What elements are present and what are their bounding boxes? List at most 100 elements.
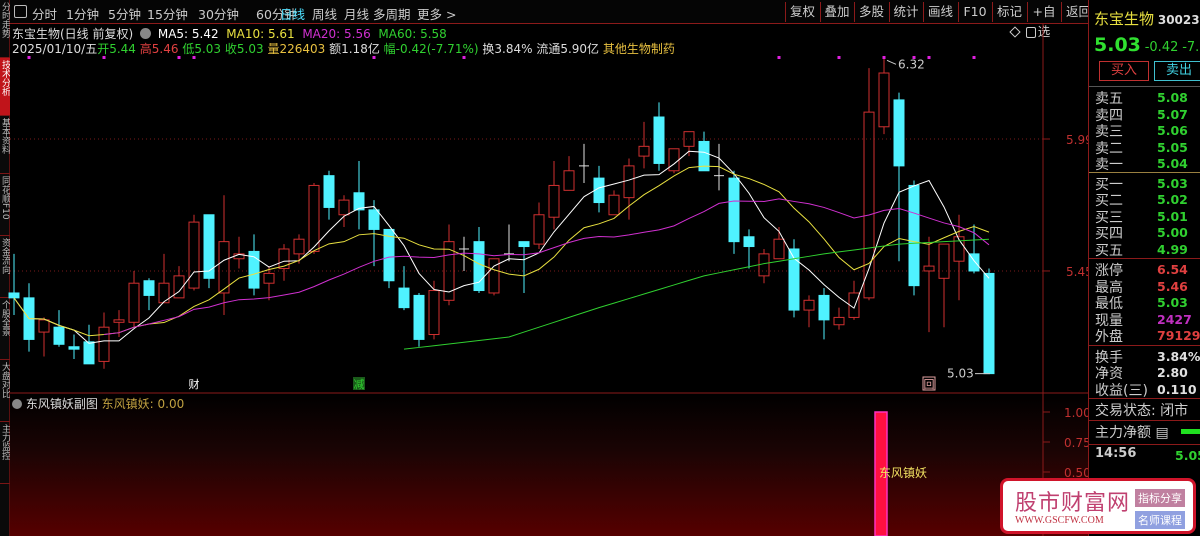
bid-row-value: 5.00 <box>1157 225 1188 240</box>
bid-row: 买五 4.99 <box>1095 240 1200 259</box>
candle-body <box>263 272 275 284</box>
candle-body <box>818 294 830 321</box>
candle-body <box>878 72 890 128</box>
candle <box>743 229 755 269</box>
candle-body <box>428 290 440 336</box>
sub-axis-label: 0.75 <box>1064 436 1088 450</box>
stat-row: 外盘 79129 <box>1095 326 1200 345</box>
candle <box>788 239 800 318</box>
ma5-line <box>13 150 990 344</box>
main-force-bar <box>1181 429 1200 434</box>
quote-panel: 东宝生物 30023 5.03 -0.42 -7.71% 买入 卖出 卖五5.0… <box>1088 0 1200 536</box>
bid-row-value: 5.03 <box>1157 175 1188 191</box>
candle <box>518 241 530 293</box>
stat-row: 净资 2.80 <box>1095 363 1200 382</box>
sell-button[interactable]: 卖出 <box>1154 61 1200 81</box>
bid-row: 买三 5.01 <box>1095 207 1200 226</box>
stat-row-value: 5.46 <box>1157 278 1188 294</box>
signal-dot <box>372 56 376 59</box>
stock-name: 东宝生物 <box>1094 10 1155 28</box>
candle-body <box>728 177 740 243</box>
candle <box>353 160 365 230</box>
stat-row-value: 6.54 <box>1157 262 1188 277</box>
candle-body <box>653 116 665 164</box>
y-axis-label: 5.45 <box>1066 265 1088 279</box>
candle <box>413 292 425 347</box>
candle-body <box>623 165 635 199</box>
candle <box>263 266 275 301</box>
bid-row-value: 5.01 <box>1157 208 1188 224</box>
candle-body <box>218 241 230 294</box>
max-pointer <box>886 59 897 65</box>
ask-row: 卖二 5.05 <box>1095 138 1200 157</box>
bid-row-value: 4.99 <box>1157 241 1188 257</box>
candle <box>893 92 905 262</box>
ask-row-value: 5.07 <box>1157 106 1188 122</box>
min-price-label: 5.03 <box>947 367 974 381</box>
candle-body <box>128 282 140 323</box>
candle <box>338 195 350 227</box>
candle-body <box>398 287 410 309</box>
stat-row-value: 3.84% <box>1157 348 1200 364</box>
candle <box>593 165 605 213</box>
candle-body <box>803 299 815 311</box>
candle-body <box>8 292 20 299</box>
stat-row: 收益(三) 0.110 <box>1095 380 1200 399</box>
candle-body <box>608 194 620 216</box>
stat-row-value: 2.80 <box>1157 365 1188 380</box>
candle <box>323 170 335 220</box>
divider <box>1089 444 1200 445</box>
candle <box>203 214 215 289</box>
candle <box>938 243 950 328</box>
stat-row: 现量 2427 <box>1095 310 1200 329</box>
tag-indicator-share: 指标分享 <box>1135 489 1185 507</box>
candle-body <box>563 170 575 191</box>
candle <box>83 324 95 365</box>
kline-chart[interactable]: 5.995.456.325.03财减回1.000.750.50东风镇妖 <box>0 0 1088 536</box>
signal-dot <box>192 56 196 59</box>
candle <box>833 307 845 330</box>
candle-body <box>938 243 950 279</box>
candle <box>8 253 20 315</box>
chart-marker: 减 <box>354 378 365 391</box>
stat-row-value: 5.03 <box>1157 295 1188 310</box>
ask-row-value: 5.05 <box>1157 139 1188 155</box>
candle <box>698 131 710 172</box>
stock-code: 30023 <box>1157 13 1200 27</box>
candle-body <box>638 145 650 157</box>
stat-row: 最高 5.46 <box>1095 277 1200 296</box>
candle-body <box>683 131 695 147</box>
candle-body <box>668 148 680 172</box>
bid-row: 买一 5.03 <box>1095 174 1200 193</box>
candle <box>758 248 770 284</box>
candle-body <box>338 199 350 216</box>
candle <box>908 180 920 296</box>
candle-body <box>773 238 785 260</box>
candle-body <box>548 184 560 218</box>
ask-row: 卖三 5.06 <box>1095 121 1200 140</box>
candle-body <box>83 341 95 365</box>
watermark-url: WWW.GSCFW.COM <box>1015 515 1104 526</box>
sub-axis-label: 1.00 <box>1064 406 1088 420</box>
candle <box>983 268 995 375</box>
candle-body <box>188 221 200 289</box>
ask-row-value: 5.08 <box>1157 90 1188 105</box>
bid-row: 买二 5.02 <box>1095 190 1200 209</box>
stat-row: 换手 3.84% <box>1095 347 1200 366</box>
candle-body <box>323 175 335 208</box>
ask-row: 卖一 5.04 <box>1095 154 1200 173</box>
candle <box>398 266 410 311</box>
buy-button[interactable]: 买入 <box>1099 61 1149 81</box>
signal-dot <box>177 56 181 59</box>
candle <box>563 156 575 191</box>
chart-marker: 回 <box>924 378 935 391</box>
candle-body <box>533 214 545 245</box>
candle <box>23 283 35 352</box>
candle <box>293 234 305 264</box>
candle-body <box>68 346 80 350</box>
price-change: -0.42 <box>1144 40 1179 55</box>
candle-body <box>353 192 365 211</box>
candle <box>248 234 260 296</box>
ask-row-value: 5.06 <box>1157 123 1188 138</box>
candle-body <box>833 316 845 326</box>
